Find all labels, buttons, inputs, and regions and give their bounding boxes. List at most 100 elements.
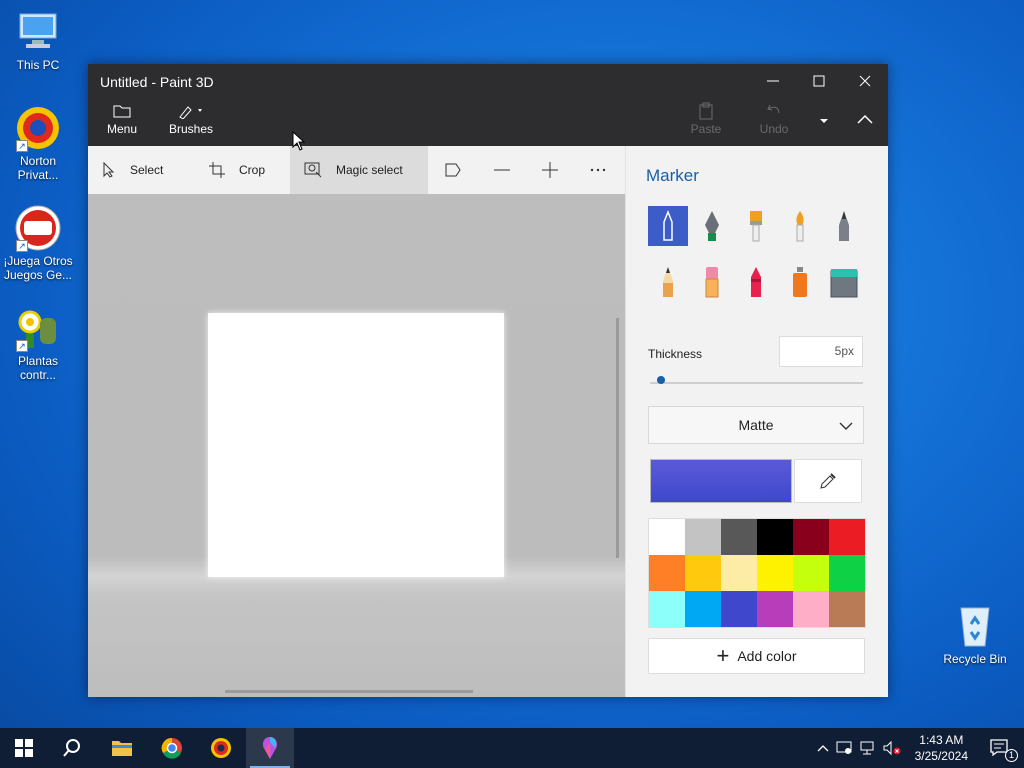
paint3d-taskbar-button[interactable] (246, 728, 294, 768)
crop-tool[interactable]: Crop (191, 146, 290, 194)
watercolor-brush[interactable] (780, 206, 820, 246)
file-explorer-button[interactable] (98, 728, 146, 768)
brushes-button[interactable]: Brushes (168, 100, 214, 136)
chevron-down-icon (820, 119, 828, 123)
desktop-icon-norton-private[interactable]: ↗ Norton Privat... (0, 104, 76, 182)
desktop-icon-this-pc[interactable]: This PC (0, 8, 76, 72)
pencil-brush[interactable] (648, 262, 688, 302)
magic-select-label: Magic select (336, 163, 403, 177)
magic-select-tool[interactable]: Magic select (290, 146, 428, 194)
palette-swatch[interactable] (757, 519, 793, 555)
chevron-down-icon (839, 407, 853, 443)
sticker-3d-view-button[interactable] (428, 146, 478, 194)
desktop-icon-recycle-bin[interactable]: Recycle Bin (937, 602, 1013, 666)
maximize-button[interactable] (796, 64, 842, 98)
chrome-button[interactable] (148, 728, 196, 768)
more-options-button[interactable] (574, 146, 622, 194)
mouse-cursor-icon (292, 131, 306, 151)
norton-browser-button[interactable] (197, 728, 245, 768)
palette-swatch[interactable] (649, 519, 685, 555)
eyedropper-button[interactable] (794, 459, 862, 503)
start-button[interactable] (0, 728, 48, 768)
system-tray (814, 728, 904, 768)
clock[interactable]: 1:43 AM 3/25/2024 (915, 732, 968, 764)
show-hidden-icons-button[interactable] (814, 744, 832, 752)
palette-swatch[interactable] (793, 519, 829, 555)
crayon-brush[interactable] (736, 262, 776, 302)
eraser-brush[interactable] (692, 262, 732, 302)
crop-icon (209, 162, 225, 178)
paste-button[interactable]: Paste (688, 100, 724, 136)
search-button[interactable] (48, 728, 96, 768)
current-color-swatch[interactable] (650, 459, 792, 503)
popcap-logo-icon: ↗ (14, 204, 62, 252)
palette-swatch[interactable] (829, 555, 865, 591)
thickness-input[interactable]: 5px (779, 336, 863, 367)
spray-can-icon (793, 267, 807, 297)
desktop-icon-popcap-games[interactable]: ↗ ¡Juega Otros Juegos Ge... (0, 204, 76, 282)
horizontal-scrollbar[interactable] (225, 690, 473, 693)
menu-button[interactable]: Menu (106, 100, 138, 136)
oil-brush-icon (750, 211, 762, 242)
palette-swatch[interactable] (721, 591, 757, 627)
finish-dropdown[interactable]: Matte (648, 406, 864, 444)
palette-swatch[interactable] (685, 591, 721, 627)
maximize-icon (813, 75, 825, 87)
undo-button[interactable]: Undo (756, 100, 792, 136)
calligraphy-pen-brush[interactable] (692, 206, 732, 246)
palette-swatch[interactable] (649, 591, 685, 627)
thickness-slider-track[interactable] (650, 382, 863, 384)
ellipsis-icon (590, 168, 606, 172)
cursor-arrow-icon (102, 162, 116, 178)
paste-label: Paste (690, 122, 722, 136)
undo-icon (756, 100, 792, 122)
security-tray-icon[interactable] (832, 741, 856, 755)
palette-swatch[interactable] (793, 591, 829, 627)
palette-swatch[interactable] (829, 591, 865, 627)
add-color-button[interactable]: + Add color (648, 638, 865, 674)
minimize-button[interactable] (750, 64, 796, 98)
shortcut-arrow-icon: ↗ (16, 140, 28, 152)
marker-brush[interactable] (648, 206, 688, 246)
close-button[interactable] (842, 64, 888, 98)
oil-brush[interactable] (736, 206, 776, 246)
palette-swatch[interactable] (757, 555, 793, 591)
drawing-canvas[interactable] (208, 313, 504, 577)
thickness-label: Thickness (648, 347, 703, 361)
desktop-icon-label: This PC (16, 58, 60, 72)
palette-swatch[interactable] (793, 555, 829, 591)
select-tool[interactable]: Select (88, 146, 191, 194)
crayon-icon (751, 267, 761, 297)
more-history-button[interactable] (802, 104, 846, 138)
zoom-out-button[interactable] (478, 146, 526, 194)
clock-time: 1:43 AM (919, 733, 964, 747)
palette-swatch[interactable] (757, 591, 793, 627)
network-tray-icon[interactable] (856, 741, 880, 755)
pixel-pen-brush[interactable] (824, 206, 864, 246)
windows-logo-icon (15, 739, 33, 757)
zoom-in-button[interactable] (526, 146, 574, 194)
collapse-ribbon-button[interactable] (842, 102, 888, 136)
thickness-slider-thumb[interactable] (656, 376, 665, 384)
plus-icon (542, 162, 558, 178)
desktop-icon-plantas[interactable]: ↗ Plantas contr... (0, 304, 76, 382)
fill-bucket-brush[interactable] (824, 262, 864, 302)
spray-can-brush[interactable] (780, 262, 820, 302)
workspace[interactable] (88, 194, 625, 697)
palette-swatch[interactable] (829, 519, 865, 555)
finish-value: Matte (738, 417, 774, 433)
palette-swatch[interactable] (685, 555, 721, 591)
fill-bucket-icon (830, 269, 858, 298)
vertical-scrollbar[interactable] (616, 318, 619, 558)
palette-swatch[interactable] (721, 555, 757, 591)
calligraphy-pen-icon (705, 211, 719, 241)
palette-swatch[interactable] (685, 519, 721, 555)
volume-tray-icon[interactable] (880, 741, 904, 755)
chevron-up-icon (817, 745, 829, 752)
palette-swatch[interactable] (649, 555, 685, 591)
action-center-button[interactable]: 1 (976, 728, 1024, 768)
paint3d-window: Untitled - Paint 3D Menu Brushes Paste U… (88, 64, 888, 697)
palette-swatch[interactable] (721, 519, 757, 555)
brushes-label: Brushes (168, 122, 214, 136)
panel-title: Marker (646, 166, 699, 185)
